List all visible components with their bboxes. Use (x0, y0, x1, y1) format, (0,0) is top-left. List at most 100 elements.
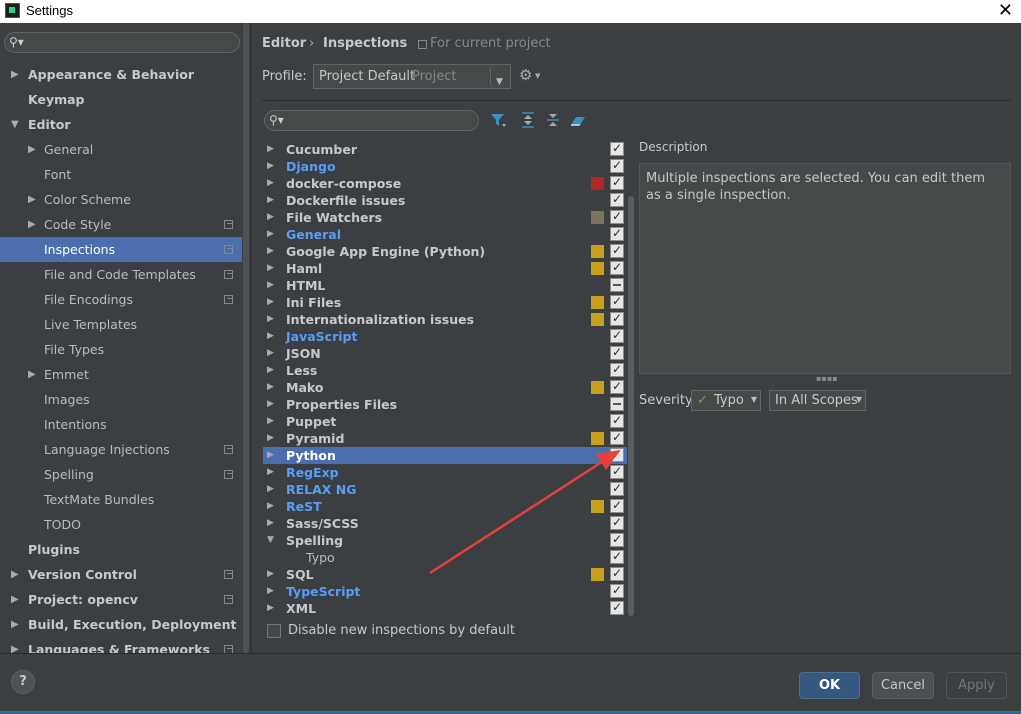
inspection-checkbox[interactable] (610, 225, 624, 242)
inspection-row[interactable]: ▶ Properties Files (263, 396, 627, 413)
inspection-checkbox[interactable] (610, 327, 624, 344)
collapsed-arrow-icon[interactable]: ▶ (267, 379, 274, 396)
gear-dropdown-icon[interactable]: ▼ (535, 72, 540, 80)
reset-icon[interactable] (569, 111, 587, 129)
inspection-row[interactable]: ▶ General (263, 225, 627, 243)
sidebar-scrollbar[interactable] (242, 23, 250, 653)
collapsed-arrow-icon[interactable]: ▶ (267, 362, 274, 379)
collapsed-arrow-icon[interactable]: ▶ (267, 158, 274, 175)
panel-divider[interactable] (250, 23, 252, 653)
splitter-grip[interactable]: ▪▪▪▪ (816, 374, 838, 383)
collapsed-arrow-icon[interactable]: ▶ (267, 277, 274, 294)
inspection-checkbox[interactable] (610, 278, 624, 292)
collapsed-arrow-icon[interactable]: ▶ (28, 362, 36, 387)
inspection-row[interactable]: ▶ Dockerfile issues (263, 191, 627, 209)
inspection-row[interactable]: ▶ File Watchers (263, 208, 627, 226)
filter-icon[interactable] (489, 111, 507, 129)
sidebar-item[interactable]: File Encodings (0, 287, 250, 312)
sidebar-item[interactable]: Spelling (0, 462, 250, 487)
sidebar-item[interactable]: Live Templates (0, 312, 250, 337)
settings-search-input[interactable]: ⚲▾ (4, 32, 240, 53)
sidebar-item[interactable]: TODO (0, 512, 250, 537)
collapsed-arrow-icon[interactable]: ▶ (28, 137, 36, 162)
collapsed-arrow-icon[interactable]: ▶ (267, 345, 274, 362)
collapsed-arrow-icon[interactable]: ▶ (267, 600, 274, 617)
sidebar-item[interactable]: ▶ Project: opencv (0, 587, 250, 612)
inspection-checkbox[interactable] (610, 140, 624, 157)
sidebar-item[interactable]: ▶ Emmet (0, 362, 250, 387)
inspection-search-input[interactable]: ⚲▾ (264, 110, 479, 131)
sidebar-item[interactable]: TextMate Bundles (0, 487, 250, 512)
ok-button[interactable]: OK (799, 672, 860, 699)
collapsed-arrow-icon[interactable]: ▶ (267, 396, 274, 413)
inspection-row[interactable]: ▶ JavaScript (263, 327, 627, 345)
inspection-checkbox[interactable] (610, 259, 624, 276)
inspection-checkbox[interactable] (610, 293, 624, 310)
inspection-row[interactable]: ▶ HTML (263, 277, 627, 294)
collapsed-arrow-icon[interactable]: ▶ (267, 226, 274, 243)
help-button[interactable]: ? (11, 670, 35, 694)
gear-icon[interactable]: ⚙ (519, 66, 532, 84)
sidebar-item[interactable]: ▶ Appearance & Behavior (0, 62, 250, 87)
inspection-checkbox[interactable] (610, 582, 624, 599)
collapsed-arrow-icon[interactable]: ▶ (267, 447, 274, 464)
collapse-all-icon[interactable] (544, 111, 562, 129)
collapsed-arrow-icon[interactable]: ▶ (267, 583, 274, 600)
inspection-checkbox[interactable] (610, 242, 624, 259)
sidebar-item[interactable]: ▼ Editor (0, 112, 250, 137)
collapsed-arrow-icon[interactable]: ▶ (267, 209, 274, 226)
collapsed-arrow-icon[interactable]: ▶ (267, 515, 274, 532)
collapsed-arrow-icon[interactable]: ▶ (11, 637, 19, 653)
collapsed-arrow-icon[interactable]: ▶ (267, 175, 274, 192)
collapsed-arrow-icon[interactable]: ▶ (267, 413, 274, 430)
collapsed-arrow-icon[interactable]: ▶ (267, 192, 274, 209)
sidebar-item[interactable]: ▶ Color Scheme (0, 187, 250, 212)
collapsed-arrow-icon[interactable]: ▶ (267, 141, 274, 158)
sidebar-item[interactable]: ▶ General (0, 137, 250, 162)
collapsed-arrow-icon[interactable]: ▶ (28, 212, 36, 237)
severity-select[interactable]: ✓ Typo ▼ (691, 390, 761, 411)
inspection-checkbox[interactable] (610, 599, 624, 616)
collapsed-arrow-icon[interactable]: ▶ (267, 260, 274, 277)
cancel-button[interactable]: Cancel (872, 672, 934, 699)
apply-button[interactable]: Apply (946, 672, 1007, 699)
collapsed-arrow-icon[interactable]: ▶ (267, 243, 274, 260)
inspection-checkbox[interactable] (610, 412, 624, 429)
inspection-checkbox[interactable] (610, 310, 624, 327)
profile-select[interactable]: Project Default Project (313, 64, 511, 95)
collapsed-arrow-icon[interactable]: ▶ (267, 566, 274, 583)
inspection-checkbox[interactable] (610, 361, 624, 378)
inspection-checkbox[interactable] (610, 157, 624, 174)
collapsed-arrow-icon[interactable]: ▶ (28, 187, 36, 212)
collapsed-arrow-icon[interactable]: ▶ (267, 294, 274, 311)
chevron-down-icon[interactable] (490, 65, 511, 95)
inspection-row[interactable]: ▶ Django (263, 157, 627, 175)
inspection-row[interactable]: ▶ Puppet (263, 412, 627, 430)
inspection-row[interactable]: ▶ Less (263, 361, 627, 379)
expanded-arrow-icon[interactable]: ▼ (11, 112, 19, 137)
sidebar-item[interactable]: File and Code Templates (0, 262, 250, 287)
collapsed-arrow-icon[interactable]: ▶ (267, 430, 274, 447)
inspection-row[interactable]: ▶ Google App Engine (Python) (263, 242, 627, 260)
collapsed-arrow-icon[interactable]: ▶ (267, 481, 274, 498)
sidebar-item[interactable]: Font (0, 162, 250, 187)
inspection-row[interactable]: ▶ docker-compose (263, 174, 627, 192)
sidebar-item[interactable]: ▶ Version Control (0, 562, 250, 587)
expanded-arrow-icon[interactable]: ▼ (267, 532, 274, 549)
sidebar-item[interactable]: Intentions (0, 412, 250, 437)
sidebar-item[interactable]: Plugins (0, 537, 250, 562)
collapsed-arrow-icon[interactable]: ▶ (11, 62, 19, 87)
sidebar-item[interactable]: Inspections (0, 237, 250, 262)
collapsed-arrow-icon[interactable]: ▶ (267, 498, 274, 515)
inspection-row[interactable]: ▶ Mako (263, 378, 627, 396)
sidebar-item[interactable]: ▶ Build, Execution, Deployment (0, 612, 250, 637)
collapsed-arrow-icon[interactable]: ▶ (11, 612, 19, 637)
collapsed-arrow-icon[interactable]: ▶ (267, 464, 274, 481)
inspection-row[interactable]: ▶ Internationalization issues (263, 310, 627, 328)
inspection-checkbox[interactable] (610, 191, 624, 208)
collapsed-arrow-icon[interactable]: ▶ (11, 587, 19, 612)
inspection-row[interactable]: ▶ JSON (263, 344, 627, 362)
expand-all-icon[interactable] (519, 111, 537, 129)
collapsed-arrow-icon[interactable]: ▶ (11, 562, 19, 587)
inspection-checkbox[interactable] (610, 397, 624, 411)
